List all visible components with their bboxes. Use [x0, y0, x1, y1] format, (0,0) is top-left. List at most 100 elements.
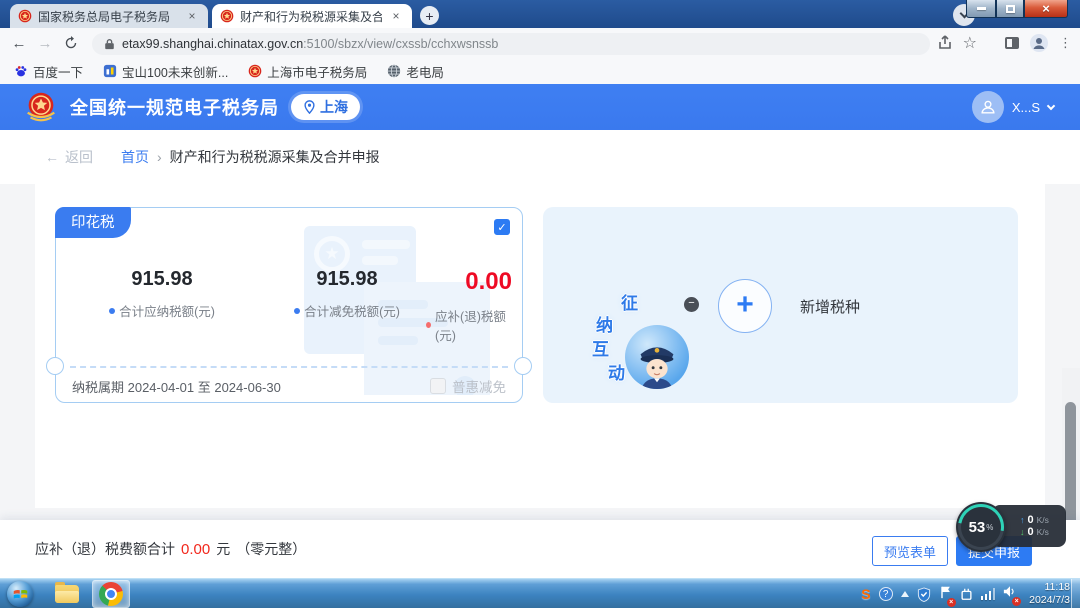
- side-panel-icon[interactable]: [1005, 37, 1019, 49]
- browser-tab-1[interactable]: 国家税务总局电子税务局 ×: [10, 4, 208, 28]
- upload-arrow-icon: ↑: [1020, 515, 1025, 525]
- footer-bar: 应补（退）税费额合计 0.00 元 （零元整） 预览表单 提交申报: [0, 520, 1080, 578]
- maximize-icon: [1006, 5, 1015, 13]
- bookmark-old-bureau[interactable]: 老电局: [387, 62, 444, 81]
- windows-flag-icon: [13, 587, 28, 601]
- app-header: 全国统一规范电子税务局 上海 X...S: [0, 84, 1080, 130]
- globe-icon: [387, 64, 401, 78]
- breadcrumb-separator: ›: [157, 149, 162, 165]
- stat-label: 应补(退)税额(元): [426, 306, 512, 344]
- mascot-minimize-button[interactable]: −: [684, 297, 699, 312]
- user-name: X...S: [1012, 100, 1040, 115]
- mute-badge: ×: [1012, 597, 1021, 606]
- tab-title: 国家税务总局电子税务局: [38, 8, 178, 25]
- clock-time: 11:18: [1045, 581, 1071, 594]
- lock-icon: [104, 38, 115, 50]
- upload-speed-value: 0: [1028, 515, 1034, 525]
- bookmark-label: 百度一下: [33, 62, 83, 81]
- profile-avatar-icon[interactable]: [1029, 33, 1049, 53]
- tax-emblem-favicon: [248, 64, 262, 78]
- network-signal-icon[interactable]: [981, 588, 996, 600]
- discount-checkbox[interactable]: [430, 378, 446, 394]
- user-menu[interactable]: X...S: [972, 84, 1054, 130]
- app-title: 全国统一规范电子税务局: [70, 94, 279, 120]
- back-link[interactable]: ← 返回: [45, 147, 93, 167]
- action-center-icon[interactable]: ×: [939, 585, 952, 604]
- mascot-char: 互: [592, 335, 609, 360]
- ball-percent-value: 53: [969, 519, 986, 536]
- add-tax-label: 新增税种: [800, 296, 860, 317]
- maximize-button[interactable]: [996, 0, 1024, 18]
- content-panel: 印花税 ✓ ★ 915.98: [35, 184, 1045, 508]
- red-dot-icon: [426, 322, 431, 328]
- total-words: （零元整）: [236, 539, 306, 559]
- alert-badge: ×: [947, 598, 956, 607]
- ticket-notch-right: [514, 357, 532, 375]
- forward-button[interactable]: →: [32, 30, 58, 56]
- add-tax-action[interactable]: + 新增税种: [718, 279, 860, 333]
- browser-tab-2-active[interactable]: 财产和行为税税源采集及合并申报 ×: [212, 4, 412, 28]
- share-icon[interactable]: [937, 35, 953, 51]
- help-tray-icon[interactable]: ?: [879, 587, 893, 601]
- tax-interaction-mascot[interactable]: 征 纳 互 动: [591, 291, 695, 391]
- tax-period: 纳税属期 2024-04-01 至 2024-06-30: [72, 377, 281, 396]
- user-avatar: [972, 91, 1004, 123]
- stat-value: 915.98: [316, 268, 377, 291]
- window-controls: ×: [966, 0, 1068, 18]
- watermark-star-seal: ★: [314, 236, 350, 272]
- start-button[interactable]: [7, 581, 33, 607]
- stat-label: 合计减免税额(元): [294, 301, 400, 320]
- back-label: 返回: [65, 147, 93, 167]
- breadcrumb-current: 财产和行为税税源采集及合并申报: [170, 147, 380, 167]
- minimize-button[interactable]: [966, 0, 996, 18]
- tab-close-icon[interactable]: ×: [388, 8, 404, 24]
- bookmark-baoshan[interactable]: 宝山100未来创新...: [103, 62, 228, 81]
- tray-expand-icon[interactable]: [901, 591, 909, 597]
- bookmarks-bar: 百度一下 宝山100未来创新... 上海市电子税务局 老电局: [0, 58, 1080, 84]
- stat-value: 915.98: [131, 268, 192, 291]
- removable-device-icon[interactable]: [960, 587, 973, 601]
- security-shield-icon[interactable]: [917, 587, 931, 602]
- bookmark-label: 老电局: [406, 62, 444, 81]
- show-desktop-button[interactable]: [1071, 579, 1080, 608]
- plus-icon[interactable]: +: [718, 279, 772, 333]
- total-summary: 应补（退）税费额合计 0.00 元 （零元整）: [35, 520, 306, 578]
- volume-muted-icon[interactable]: ×: [1003, 585, 1017, 603]
- bookmark-label: 上海市电子税务局: [267, 62, 367, 81]
- stat-value: 0.00: [465, 268, 512, 296]
- bookmark-baidu[interactable]: 百度一下: [14, 62, 83, 81]
- blue-dot-icon: [109, 308, 115, 314]
- breadcrumb-home-link[interactable]: 首页: [121, 147, 149, 167]
- minimize-icon: [977, 7, 986, 10]
- explorer-taskbar-button[interactable]: [48, 580, 86, 608]
- chrome-taskbar-button[interactable]: [92, 580, 130, 608]
- tax-officer-avatar: [625, 325, 689, 389]
- acceleration-ball[interactable]: 53 %: [956, 502, 1006, 552]
- back-button[interactable]: ←: [6, 30, 32, 56]
- close-window-button[interactable]: ×: [1024, 0, 1068, 18]
- bookmark-star-icon[interactable]: ☆: [963, 33, 977, 53]
- ticket-dashed-divider: [70, 366, 508, 368]
- sogou-tray-icon[interactable]: S: [861, 586, 870, 602]
- browser-titlebar: 国家税务总局电子税务局 × 财产和行为税税源采集及合并申报 × + ×: [0, 0, 1080, 28]
- preview-form-button[interactable]: 预览表单: [872, 536, 948, 566]
- bookmark-shanghai-etax[interactable]: 上海市电子税务局: [248, 62, 367, 81]
- stat-total-payable: 915.98 合计应纳税额(元): [56, 268, 268, 344]
- windows-taskbar: S ? × × 11:18 2024/7/3: [0, 578, 1080, 608]
- upload-speed-unit: K/s: [1037, 515, 1049, 525]
- discount-label: 普惠减免: [452, 376, 506, 396]
- address-bar[interactable]: etax99.shanghai.chinatax.gov.cn:5100/sbz…: [92, 33, 930, 55]
- reload-button[interactable]: [58, 30, 84, 56]
- stamp-tax-card[interactable]: 印花税 ✓ ★ 915.98: [55, 207, 523, 403]
- browser-menu-icon[interactable]: ⋮: [1059, 35, 1072, 51]
- tax-emblem-favicon: [18, 9, 32, 23]
- blue-dot-icon: [294, 308, 300, 314]
- taskbar-clock[interactable]: 11:18 2024/7/3: [1029, 581, 1070, 607]
- location-selector[interactable]: 上海: [291, 94, 360, 120]
- tax-card-checkbox[interactable]: ✓: [494, 219, 510, 235]
- stat-label: 合计应纳税额(元): [109, 301, 215, 320]
- new-tab-button[interactable]: +: [420, 6, 439, 25]
- person-icon: [979, 98, 997, 116]
- tab-close-icon[interactable]: ×: [184, 8, 200, 24]
- star-icon: ★: [324, 244, 339, 264]
